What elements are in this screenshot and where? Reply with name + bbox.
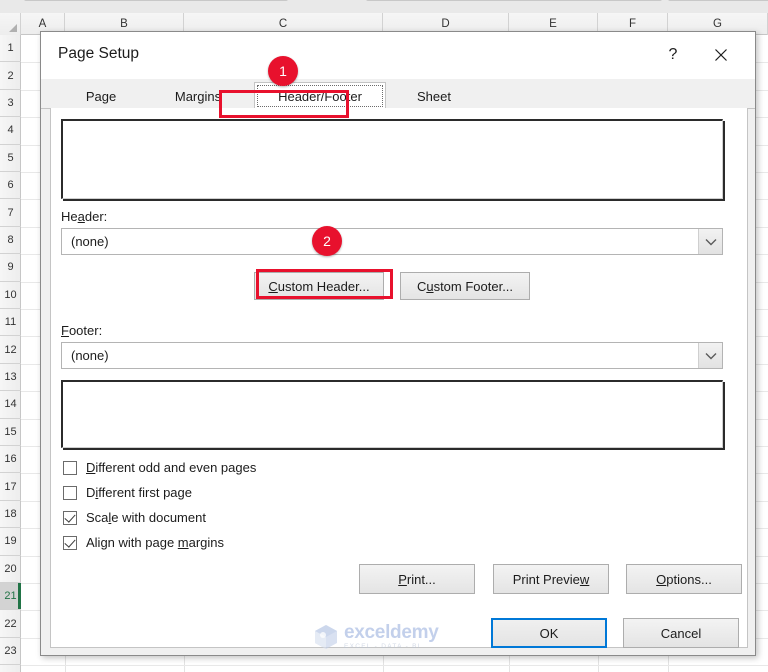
close-icon[interactable] xyxy=(701,40,741,70)
tab-header-footer-label: Header/Footer xyxy=(278,88,362,104)
row-header-9[interactable]: 9 xyxy=(0,254,21,282)
watermark-tagline: EXCEL - DATA - BI xyxy=(344,643,421,650)
custom-header-button[interactable]: Custom Header... xyxy=(254,272,384,300)
page-title: Page Setup xyxy=(58,45,140,62)
cancel-button[interactable]: Cancel xyxy=(623,618,739,648)
tab-page[interactable]: Page xyxy=(63,83,139,109)
dialog-title-bar: Page Setup ? xyxy=(41,32,755,79)
row-header-1[interactable]: 1 xyxy=(0,35,21,63)
row-headers: 1 2 3 4 5 6 7 8 9 10 11 12 13 14 15 16 17 18 19 20 21 22 23 xyxy=(0,35,21,672)
tab-margins[interactable]: Margins xyxy=(154,83,242,109)
header-preview-box xyxy=(61,119,723,199)
footer-field-label: Footer: xyxy=(61,323,103,338)
row-header-11[interactable]: 11 xyxy=(0,309,21,337)
row-header-16[interactable]: 16 xyxy=(0,446,21,474)
checkbox-label: Different odd and even pages xyxy=(86,460,257,475)
options-button[interactable]: Options... xyxy=(626,564,742,594)
row-header-12[interactable]: 12 xyxy=(0,336,21,364)
row-header-2[interactable]: 2 xyxy=(0,62,21,90)
ribbon-control-fragment-3 xyxy=(668,0,768,1)
checkbox-box[interactable] xyxy=(63,485,77,500)
ribbon-control-fragment-1 xyxy=(24,0,288,1)
row-header-23[interactable]: 23 xyxy=(0,638,21,666)
chevron-down-icon[interactable] xyxy=(698,229,722,254)
row-header-15[interactable]: 15 xyxy=(0,419,21,446)
checkbox-box[interactable] xyxy=(63,535,77,550)
custom-footer-button[interactable]: Cu stom Footer... xyxy=(400,272,530,300)
tab-sheet-label: Sheet xyxy=(417,88,451,104)
ok-button[interactable]: OK xyxy=(491,618,607,648)
print-button[interactable]: Print... xyxy=(359,564,475,594)
step-badge-1: 1 xyxy=(268,56,298,86)
dialog-tab-strip: Page Margins Header/Footer Sheet xyxy=(41,79,755,110)
header-select[interactable]: (none) xyxy=(61,228,723,255)
row-header-21[interactable]: 21 xyxy=(0,583,21,611)
tab-sheet[interactable]: Sheet xyxy=(396,83,472,109)
row-header-4[interactable]: 4 xyxy=(0,117,21,145)
row-header-13[interactable]: 13 xyxy=(0,364,21,392)
row-header-22[interactable]: 22 xyxy=(0,610,21,638)
page-setup-dialog: Page Setup ? Page Margins Header/Footer xyxy=(40,31,756,656)
header-footer-panel: Header: (none) Custom Header... Cu stom F… xyxy=(50,108,748,648)
row-header-20[interactable]: 20 xyxy=(0,556,21,583)
checkbox-label: Different first page xyxy=(86,485,192,500)
header-select-value: (none) xyxy=(71,234,109,249)
tab-header-footer[interactable]: Header/Footer xyxy=(254,82,386,110)
help-icon[interactable]: ? xyxy=(653,40,693,70)
watermark-name: exceldemy xyxy=(344,622,439,643)
tab-margins-label: Margins xyxy=(174,88,222,104)
exceldemy-watermark: exceldemy EXCEL - DATA - BI xyxy=(312,620,464,652)
exceldemy-logo-icon xyxy=(315,625,337,649)
row-header-5[interactable]: 5 xyxy=(0,145,21,172)
row-header-19[interactable]: 19 xyxy=(0,528,21,556)
row-header-7[interactable]: 7 xyxy=(0,199,21,227)
ribbon-control-fragment-2 xyxy=(366,0,662,1)
checkbox-box[interactable] xyxy=(63,460,77,475)
screen-root: ABCDEFG 1 2 3 4 5 6 7 8 9 10 11 12 13 14 15 16 17 18 19 20 2… xyxy=(0,0,768,672)
ribbon-bottom-strip xyxy=(0,0,768,13)
tab-page-label: Page xyxy=(85,88,117,104)
row-header-10[interactable]: 10 xyxy=(0,282,21,309)
checkbox-label: Align with page margins xyxy=(86,535,225,550)
header-field-label: Header: xyxy=(61,209,108,224)
row-header-6[interactable]: 6 xyxy=(0,172,21,200)
chevron-down-icon[interactable] xyxy=(698,343,722,368)
footer-select[interactable]: (none) xyxy=(61,342,723,369)
row-header-17[interactable]: 17 xyxy=(0,473,21,501)
checkbox-scale-with-document[interactable]: Scale with document xyxy=(63,510,206,525)
row-header-3[interactable]: 3 xyxy=(0,90,21,118)
checkbox-different-first-page[interactable]: Different first page xyxy=(63,485,192,500)
row-header-8[interactable]: 8 xyxy=(0,227,21,255)
checkbox-align-with-page-margins[interactable]: Align with page margins xyxy=(63,535,224,550)
footer-preview-box xyxy=(61,380,723,448)
select-all-corner[interactable] xyxy=(0,13,21,35)
checkbox-box[interactable] xyxy=(63,510,77,525)
print-preview-button[interactable]: Print Previe w xyxy=(493,564,609,594)
row-header-18[interactable]: 18 xyxy=(0,501,21,529)
checkbox-different-odd-even[interactable]: Different odd and even pages xyxy=(63,460,256,475)
checkbox-label: Scale with document xyxy=(86,510,206,525)
grid-row-line xyxy=(21,665,768,667)
footer-select-value: (none) xyxy=(71,348,109,363)
row-header-14[interactable]: 14 xyxy=(0,391,21,419)
step-badge-2: 2 xyxy=(312,226,342,256)
